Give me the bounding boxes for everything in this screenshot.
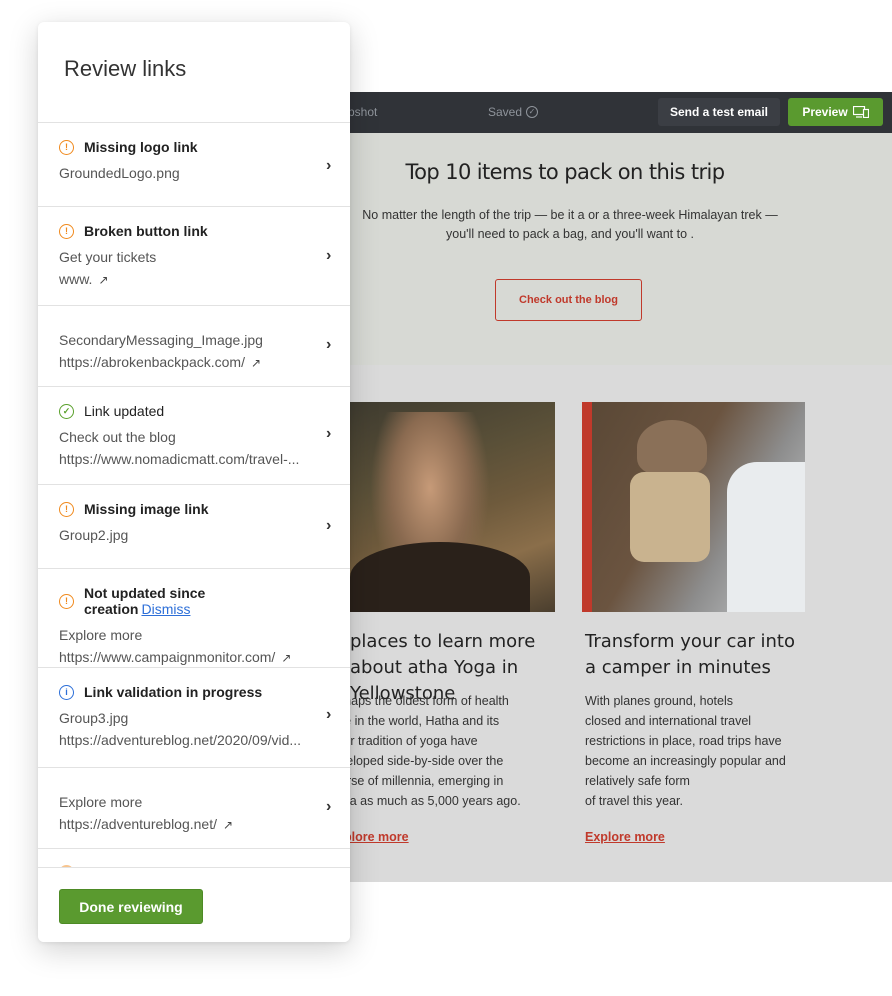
link-item-broken-button[interactable]: ! Broken button link Get your tickets ww…	[38, 207, 350, 306]
item-line: Check out the blog	[59, 429, 176, 445]
chevron-right-icon: ›	[326, 798, 332, 815]
item-heading: Link updated	[84, 403, 165, 419]
item-line: SecondaryMessaging_Image.jpg	[59, 332, 263, 348]
link-item-explore-more[interactable]: Explore more https://adventureblog.net/ ↗…	[38, 768, 350, 849]
check-circle-icon: ✓	[526, 106, 539, 118]
item-url: https://adventureblog.net/	[59, 816, 217, 832]
chevron-right-icon: ›	[326, 706, 332, 723]
chevron-right-icon: ›	[326, 517, 332, 534]
dismiss-link[interactable]: Dismiss	[141, 601, 190, 617]
link-item-secondary-image[interactable]: SecondaryMessaging_Image.jpg https://abr…	[38, 306, 350, 387]
item-heading: Missing image link	[84, 501, 209, 517]
exclamation-circle-icon: !	[59, 593, 74, 609]
chevron-right-icon: ›	[326, 247, 332, 264]
info-circle-icon: i	[59, 684, 74, 700]
done-reviewing-button[interactable]: Done reviewing	[59, 889, 203, 924]
camper-image[interactable]	[592, 402, 805, 612]
hero-body-line: you'll need to pack a bag, and you'll wa…	[446, 227, 694, 241]
yoga-image[interactable]	[330, 402, 555, 612]
email-editor: pshot Saved ✓ Send a test email Preview …	[330, 92, 892, 882]
hero-body-line: No matter the length of the trip — be it…	[362, 208, 778, 222]
item-line: Group3.jpg	[59, 710, 129, 726]
explore-more-link[interactable]: plore more	[344, 830, 409, 844]
saved-label: Saved	[488, 105, 523, 119]
item-url: https://www.nomadicmatt.com/travel-...	[59, 451, 300, 467]
external-link-icon[interactable]: ↗	[281, 651, 291, 665]
hero-title: Top 10 items to pack on this trip	[405, 160, 726, 184]
exclamation-circle-icon: !	[59, 139, 74, 155]
review-links-list[interactable]: ! Missing logo link GroundedLogo.png › !…	[38, 122, 350, 867]
hero-body: No matter the length of the trip — be it…	[330, 206, 800, 244]
devices-icon	[852, 106, 869, 118]
link-item-validation-in-progress[interactable]: i Link validation in progress Group3.jpg…	[38, 668, 350, 768]
explore-more-link[interactable]: Explore more	[585, 830, 665, 844]
chevron-right-icon: ›	[326, 336, 332, 353]
link-item-link-updated[interactable]: ✓ Link updated Check out the blog https:…	[38, 387, 350, 485]
content-section: places to learn more about atha Yoga in …	[330, 365, 892, 882]
item-line: Get your tickets	[59, 249, 157, 265]
check-out-blog-button[interactable]: Check out the blog	[495, 279, 642, 321]
snapshot-label[interactable]: pshot	[348, 105, 377, 119]
item-url: https://abrokenbackpack.com/	[59, 354, 245, 370]
check-circle-icon: ✓	[59, 403, 74, 419]
external-link-icon[interactable]: ↗	[251, 356, 261, 370]
external-link-icon[interactable]: ↗	[223, 818, 233, 832]
item-heading: Link validation in progress	[84, 684, 263, 700]
preview-button[interactable]: Preview	[788, 98, 883, 126]
link-item-missing-image[interactable]: ! Missing image link Group2.jpg ›	[38, 485, 350, 569]
item-heading: Missing logo link	[84, 139, 198, 155]
column-body: rhaps the oldest form of health re in th…	[340, 694, 521, 808]
column-title: Transform your car into a camper in minu…	[585, 631, 795, 678]
saved-status: Saved ✓	[488, 105, 539, 119]
panel-title: Review links	[64, 56, 187, 81]
hero-section: Top 10 items to pack on this trip No mat…	[330, 133, 892, 365]
chevron-right-icon: ›	[326, 157, 332, 174]
item-line: Explore more	[59, 794, 143, 810]
item-line: Explore more	[59, 627, 143, 643]
exclamation-circle-icon: !	[59, 223, 74, 239]
exclamation-circle-icon: !	[59, 501, 74, 517]
item-url: https://www.campaignmonitor.com/	[59, 649, 276, 665]
panel-footer: Done reviewing	[38, 867, 350, 942]
image-accent-bar	[582, 402, 592, 612]
preview-label: Preview	[802, 105, 848, 119]
item-url: www.	[59, 271, 93, 287]
item-url: https://adventureblog.net/2020/09/vid...	[59, 732, 302, 748]
chevron-right-icon: ›	[326, 425, 332, 442]
send-test-email-button[interactable]: Send a test email	[658, 98, 780, 126]
item-line: GroundedLogo.png	[59, 165, 180, 181]
editor-toolbar: pshot Saved ✓ Send a test email Preview	[330, 92, 892, 133]
review-links-panel: Review links ! Missing logo link Grounde…	[38, 22, 350, 942]
external-link-icon[interactable]: ↗	[98, 273, 108, 287]
item-heading: Broken button link	[84, 223, 208, 239]
link-item-not-updated[interactable]: ! Not updated since creation Dismiss Expl…	[38, 569, 350, 668]
link-item-missing-logo[interactable]: ! Missing logo link GroundedLogo.png ›	[38, 123, 350, 207]
column-body: With planes ground, hotels closed and in…	[585, 694, 786, 808]
item-line: Group2.jpg	[59, 527, 129, 543]
